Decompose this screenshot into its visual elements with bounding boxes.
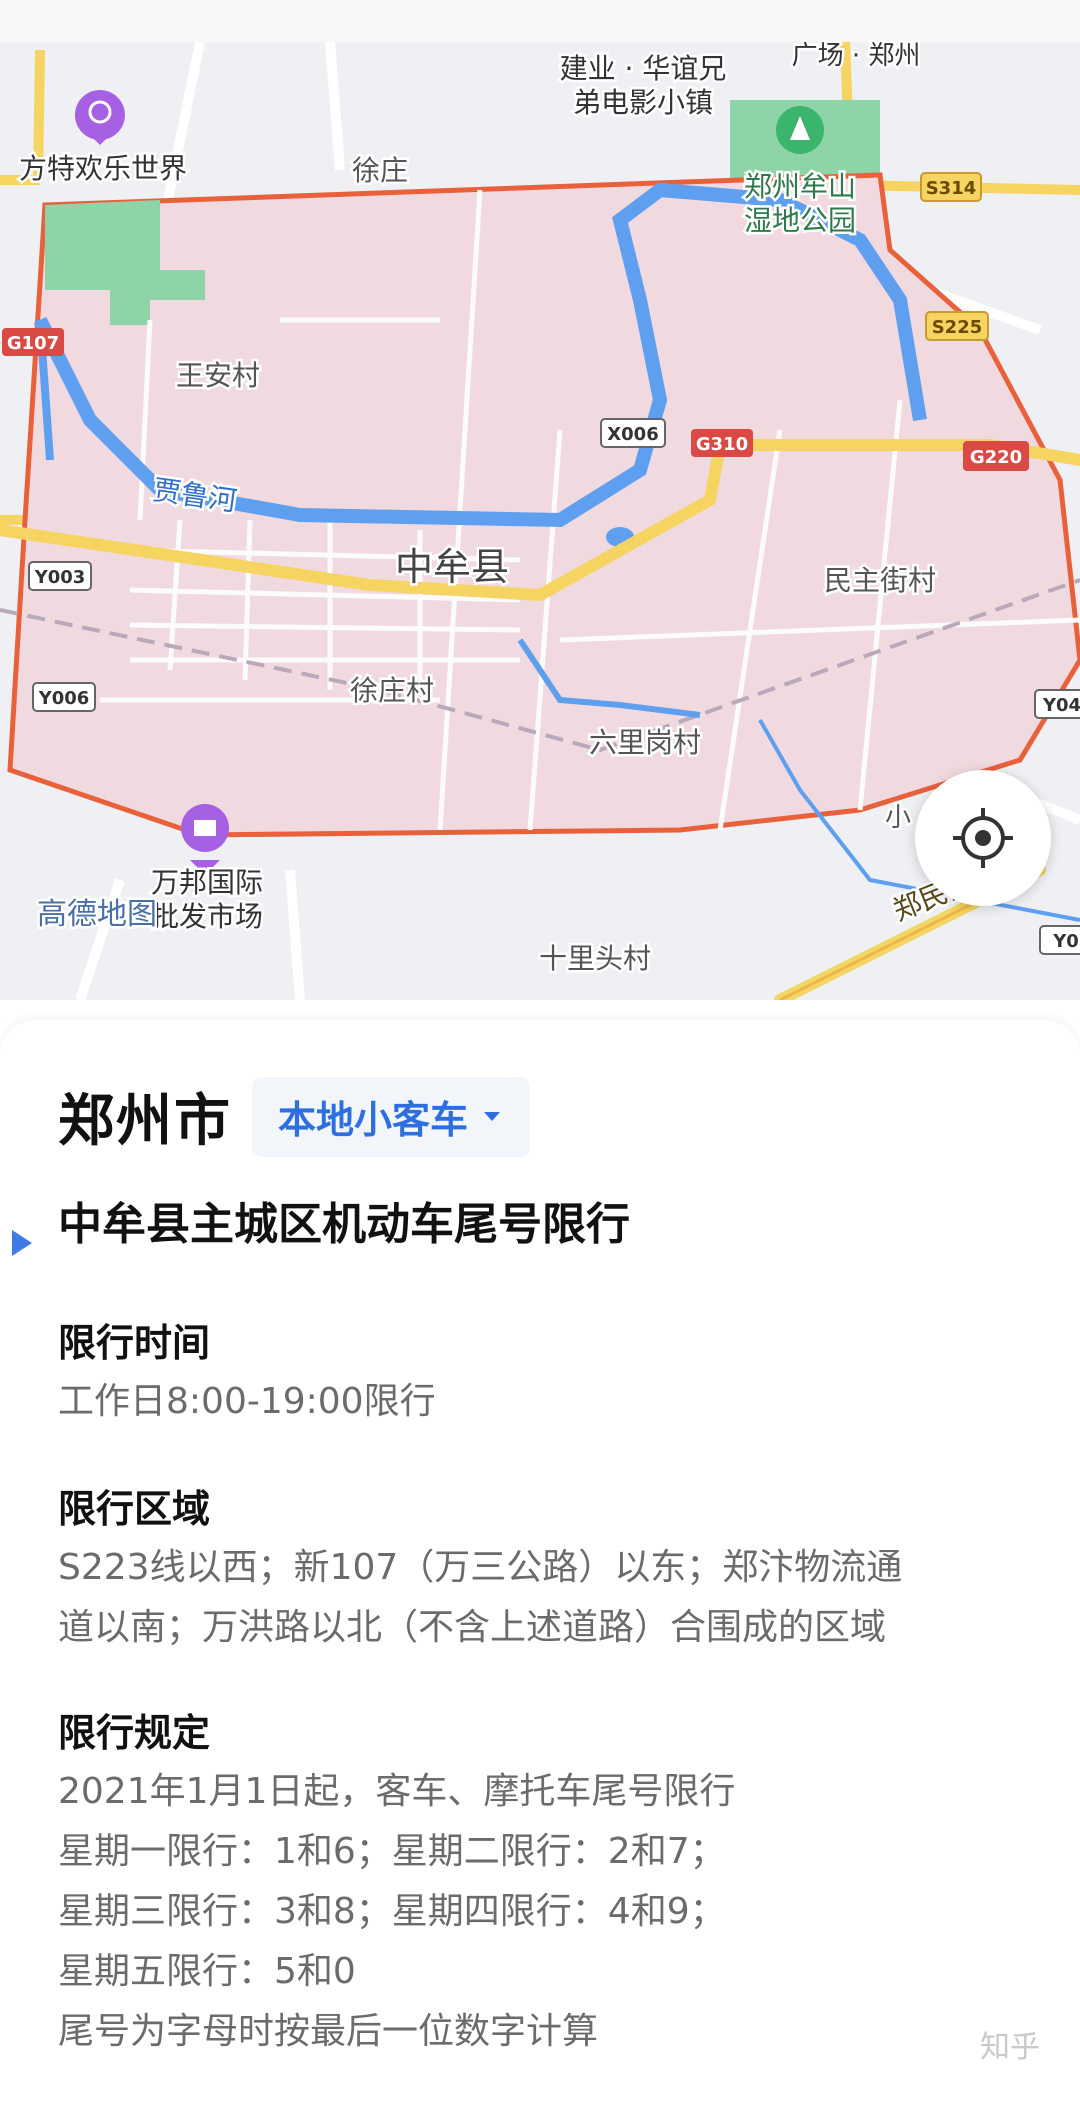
park-icon bbox=[776, 106, 824, 154]
expand-arrow-icon[interactable] bbox=[12, 1230, 32, 1256]
section-text-area: S223线以西；新107（万三公路）以东；郑汴物流通 道以南；万洪路以北（不含上… bbox=[58, 1538, 1018, 1658]
city-row: 郑州市 本地小客车 bbox=[58, 1076, 531, 1157]
amap-logo: 高德地图 bbox=[37, 897, 157, 932]
rule-line: 星期三限行：3和8；星期四限行：4和9； bbox=[58, 1891, 726, 1932]
vehicle-type-dropdown[interactable]: 本地小客车 bbox=[252, 1076, 531, 1157]
shield-g107: G107 bbox=[2, 328, 64, 356]
svg-text:X006: X006 bbox=[607, 424, 658, 445]
shield-g310: G310 bbox=[691, 429, 753, 457]
svg-text:S314: S314 bbox=[926, 178, 977, 199]
shield-y0: Y0 bbox=[1039, 925, 1080, 955]
label-liuligang: 六里岗村 bbox=[589, 726, 701, 759]
svg-text:G220: G220 bbox=[970, 447, 1022, 468]
shield-y006: Y006 bbox=[32, 682, 96, 712]
locate-button[interactable] bbox=[915, 770, 1051, 906]
caret-down-icon bbox=[484, 1112, 501, 1121]
label-minzhujie: 民主街村 bbox=[824, 564, 936, 597]
svg-text:Y003: Y003 bbox=[34, 567, 86, 588]
label-xuzhuang: 徐庄 bbox=[352, 154, 408, 187]
shield-x006: X006 bbox=[600, 418, 666, 448]
label-xuzhuangcun: 徐庄村 bbox=[350, 674, 434, 707]
label-xiao: 小 bbox=[885, 803, 911, 833]
rule-line: 尾号为字母时按最后一位数字计算 bbox=[58, 2011, 599, 2052]
label-wanbang-1: 万邦国际 bbox=[151, 866, 263, 899]
section-heading-rules: 限行规定 bbox=[58, 1711, 211, 1755]
label-moushan-2: 湿地公园 bbox=[744, 204, 856, 237]
rule-line: 星期五限行：5和0 bbox=[58, 1951, 356, 1992]
label-shilitou: 十里头村 bbox=[539, 942, 651, 975]
svg-text:Y04: Y04 bbox=[1042, 695, 1080, 716]
zhihu-watermark: 知乎 bbox=[980, 2030, 1040, 2065]
rule-line: 2021年1月1日起，客车、摩托车尾号限行 bbox=[58, 1771, 736, 1812]
info-panel: 郑州市 本地小客车 中牟县主城区机动车尾号限行 限行时间 工作日8:00-19:… bbox=[0, 1020, 1080, 2106]
section-heading-area: 限行区域 bbox=[58, 1487, 211, 1531]
shield-s225: S225 bbox=[925, 311, 989, 341]
label-jianye-1: 建业 · 华谊兄 bbox=[560, 52, 727, 85]
svg-text:S225: S225 bbox=[932, 317, 983, 338]
crosshair-locate-icon bbox=[953, 808, 1013, 868]
label-fangte: 方特欢乐世界 bbox=[19, 152, 187, 185]
svg-text:Y0: Y0 bbox=[1052, 931, 1079, 952]
time-line: 工作日8:00-19:00限行 bbox=[58, 1381, 436, 1422]
shield-y04: Y04 bbox=[1034, 689, 1080, 719]
label-moushan-1: 郑州牟山 bbox=[744, 170, 856, 203]
shield-s314: S314 bbox=[920, 172, 982, 202]
rule-line: 星期一限行：1和6；星期二限行：2和7； bbox=[58, 1831, 726, 1872]
label-county: 中牟县 bbox=[395, 545, 509, 589]
label-wanganicun: 王安村 bbox=[176, 359, 260, 392]
label-wanbang-2: 批发市场 bbox=[151, 900, 263, 933]
map-view[interactable]: S314 G107 S225 X006 G310 G220 Y003 Y006 bbox=[0, 0, 1080, 1006]
city-name: 郑州市 bbox=[58, 1089, 232, 1154]
area-line: 道以南；万洪路以北（不含上述道路）合围成的区域 bbox=[58, 1607, 887, 1648]
shield-g220: G220 bbox=[963, 441, 1029, 471]
label-guangchang: 广场 · 郑州 bbox=[792, 41, 921, 71]
section-text-time: 工作日8:00-19:00限行 bbox=[58, 1372, 1018, 1432]
vehicle-type-label: 本地小客车 bbox=[278, 1098, 469, 1142]
label-jianye-2: 弟电影小镇 bbox=[573, 86, 713, 119]
svg-text:G310: G310 bbox=[696, 434, 748, 455]
area-line: S223线以西；新107（万三公路）以东；郑汴物流通 bbox=[58, 1547, 903, 1588]
shield-y003: Y003 bbox=[28, 561, 92, 591]
section-heading-time: 限行时间 bbox=[58, 1321, 211, 1365]
svg-text:G107: G107 bbox=[7, 333, 59, 354]
section-text-rules: 2021年1月1日起，客车、摩托车尾号限行 星期一限行：1和6；星期二限行：2和… bbox=[58, 1762, 1018, 2062]
svg-text:Y006: Y006 bbox=[38, 688, 90, 709]
restriction-title: 中牟县主城区机动车尾号限行 bbox=[58, 1199, 630, 1250]
